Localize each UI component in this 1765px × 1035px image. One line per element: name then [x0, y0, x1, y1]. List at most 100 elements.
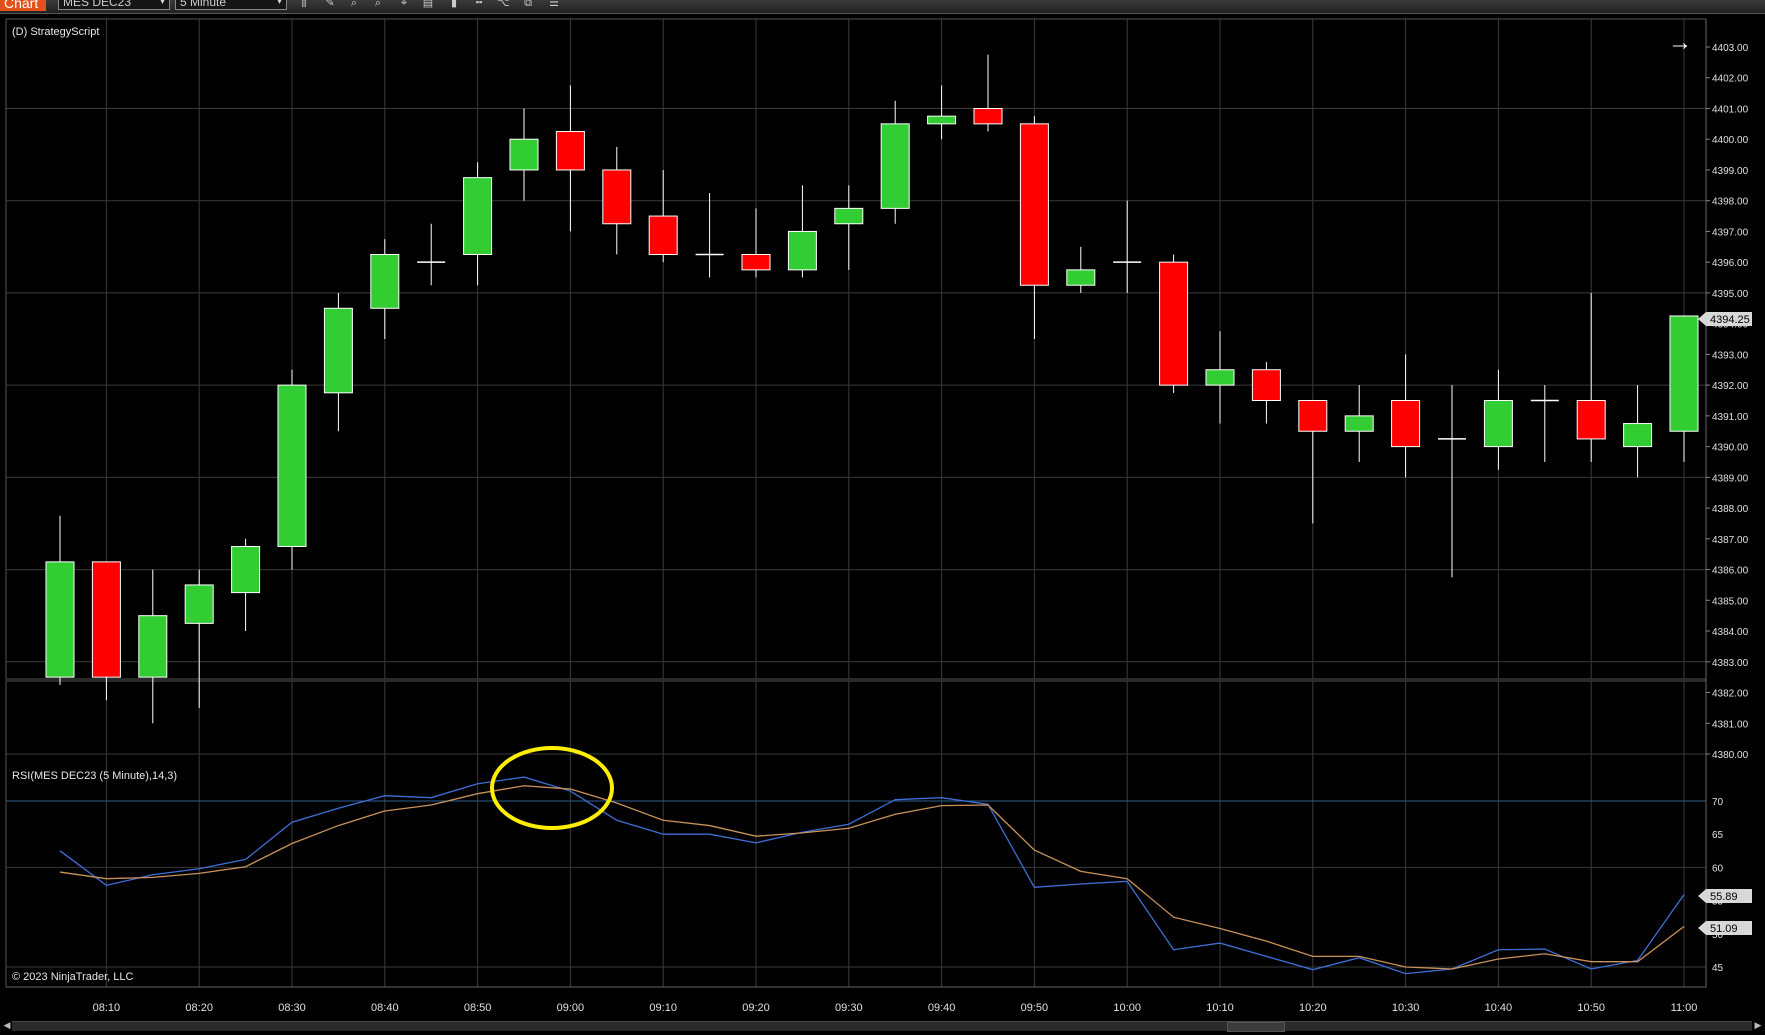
price-tick-label: 4390.00 — [1712, 443, 1749, 454]
candle-up — [1483, 400, 1513, 448]
candle-up — [1344, 415, 1374, 432]
price-tick-label: 4395.00 — [1712, 289, 1749, 300]
rsi-axis[interactable]: 455055606570 — [1712, 797, 1724, 974]
time-tick-label: 10:00 — [1113, 1002, 1141, 1014]
strategy-label: (D) StrategyScript — [12, 26, 99, 38]
rsi-tick-label: 45 — [1712, 963, 1724, 974]
rsi-line — [59, 776, 1685, 975]
price-tick-label: 4383.00 — [1712, 658, 1749, 669]
rsi-tick-label: 65 — [1712, 830, 1724, 841]
candle-up — [277, 384, 307, 548]
rsi-series — [59, 776, 1685, 975]
price-tick-label: 4387.00 — [1712, 535, 1749, 546]
price-tick-label: 4389.00 — [1712, 473, 1749, 484]
time-tick-label: 08:20 — [185, 1002, 213, 1014]
candle-up — [880, 123, 910, 209]
price-tick-label: 4393.00 — [1712, 350, 1749, 361]
price-panel-border — [5, 18, 1707, 680]
price-tick-label: 4380.00 — [1712, 750, 1749, 761]
scroll-track[interactable] — [12, 1021, 1752, 1031]
time-tick-label: 10:40 — [1485, 1002, 1513, 1014]
candle-up — [1623, 423, 1653, 448]
scroll-right-icon[interactable]: ▶ — [1753, 1020, 1763, 1031]
scroll-to-latest-arrow-icon[interactable]: → — [1668, 29, 1692, 56]
rsi-tick-label: 70 — [1712, 797, 1724, 808]
time-axis[interactable]: 08:10 08:20 08:30 08:40 08:50 09:00 09:10 09:20… — [93, 1002, 1698, 1014]
candle-up — [1205, 369, 1235, 386]
candle-up — [184, 584, 214, 624]
candle-down — [1391, 400, 1421, 448]
time-tick-label: 09:00 — [557, 1002, 585, 1014]
candle-down — [1251, 369, 1281, 401]
time-tick-label: 10:20 — [1299, 1002, 1327, 1014]
rsi-panel-border — [5, 680, 1707, 988]
candle-down — [741, 253, 771, 271]
candle-up — [1669, 315, 1699, 432]
rsi-tick-label: 60 — [1712, 863, 1724, 874]
time-tick-label: 09:30 — [835, 1002, 863, 1014]
candle-up — [1066, 269, 1096, 286]
price-tick-label: 4403.00 — [1712, 43, 1749, 54]
price-tick-label: 4388.00 — [1712, 504, 1749, 515]
price-tick-label: 4382.00 — [1712, 689, 1749, 700]
current-price-marker: 4394.25 — [1698, 312, 1752, 326]
candle-up — [463, 177, 493, 255]
scroll-thumb[interactable] — [1227, 1022, 1285, 1032]
current-price-value: 4394.25 — [1710, 314, 1750, 326]
candle-down — [1019, 123, 1049, 286]
price-tick-label: 4385.00 — [1712, 596, 1749, 607]
time-tick-label: 08:30 — [278, 1002, 306, 1014]
candle-up — [509, 138, 539, 171]
time-tick-label: 10:10 — [1206, 1002, 1234, 1014]
price-tick-label: 4392.00 — [1712, 381, 1749, 392]
price-tick-label: 4384.00 — [1712, 627, 1749, 638]
candle-up — [370, 253, 400, 309]
time-tick-label: 08:50 — [464, 1002, 492, 1014]
candle-up — [323, 307, 353, 394]
candle-up — [787, 230, 817, 271]
rsi-average-marker: 51.09 — [1698, 921, 1752, 935]
candle-up — [231, 546, 261, 594]
price-axis[interactable]: 4380.00 4381.00 4382.00 4383.00 4384.00 4385.… — [1706, 43, 1749, 761]
time-tick-label: 09:40 — [928, 1002, 956, 1014]
time-tick-label: 10:50 — [1577, 1002, 1605, 1014]
time-tick-label: 10:30 — [1392, 1002, 1420, 1014]
price-tick-label: 4396.00 — [1712, 258, 1749, 269]
price-tick-label: 4401.00 — [1712, 104, 1749, 115]
rsi-average-value: 51.09 — [1710, 923, 1738, 935]
candle-down — [973, 107, 1003, 125]
rsi-indicator-label: RSI(MES DEC23 (5 Minute),14,3) — [12, 770, 177, 782]
candlestick-series — [45, 54, 1699, 724]
time-tick-label: 09:10 — [649, 1002, 677, 1014]
scroll-left-icon[interactable]: ◀ — [2, 1020, 12, 1031]
time-tick-label: 09:50 — [1021, 1002, 1049, 1014]
price-tick-label: 4399.00 — [1712, 166, 1749, 177]
time-tick-label: 08:10 — [93, 1002, 121, 1014]
candle-down — [91, 561, 121, 678]
chart-canvas[interactable]: 4380.00 4381.00 4382.00 4383.00 4384.00 4385.… — [0, 0, 1765, 1020]
candle-down — [648, 215, 678, 255]
candle-down — [1159, 261, 1189, 386]
rsi-average-line — [59, 785, 1685, 970]
rsi-value-marker: 55.89 — [1698, 889, 1752, 903]
price-tick-label: 4400.00 — [1712, 135, 1749, 146]
time-tick-label: 08:40 — [371, 1002, 399, 1014]
candle-up — [138, 615, 168, 678]
candle-up — [927, 115, 957, 125]
candle-down — [1576, 400, 1606, 440]
price-tick-label: 4397.00 — [1712, 227, 1749, 238]
candle-down — [602, 169, 632, 225]
horizontal-scrollbar[interactable]: ◀ ▶ — [0, 1020, 1765, 1035]
price-tick-label: 4398.00 — [1712, 197, 1749, 208]
candle-up — [834, 207, 864, 225]
price-tick-label: 4402.00 — [1712, 74, 1749, 85]
price-tick-label: 4391.00 — [1712, 412, 1749, 423]
time-tick-label: 09:20 — [742, 1002, 770, 1014]
price-tick-label: 4386.00 — [1712, 566, 1749, 577]
price-tick-label: 4381.00 — [1712, 719, 1749, 730]
rsi-current-value: 55.89 — [1710, 891, 1738, 903]
copyright-label: © 2023 NinjaTrader, LLC — [12, 971, 133, 983]
candle-up — [45, 561, 75, 678]
candle-down — [555, 131, 585, 171]
price-panel-grid — [6, 19, 1706, 987]
